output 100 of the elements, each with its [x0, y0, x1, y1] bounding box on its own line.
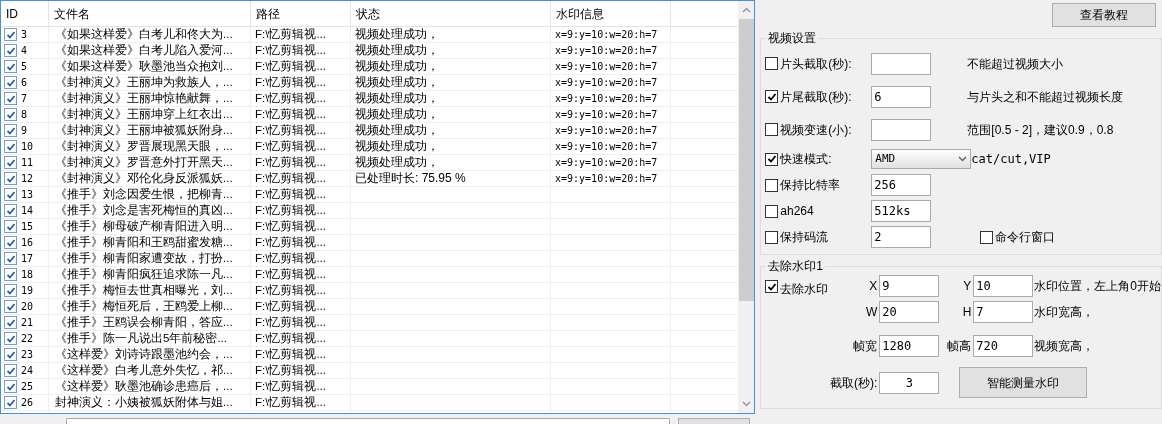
table-row[interactable]: 24 《这样爱》白考儿意外失忆，祁... F:\忆剪辑视... — [1, 363, 739, 379]
table-row[interactable]: 21 《推手》王鸥误会柳青阳，答应... F:\忆剪辑视... — [1, 315, 739, 331]
table-row[interactable]: 3 《如果这样爱》白考儿和佟大为... F:\忆剪辑视... 视频处理成功， x=9:y=10:w=20:h=7 — [1, 27, 739, 43]
checkbox[interactable] — [4, 108, 17, 121]
tutorial-button[interactable]: 查看教程 — [1052, 3, 1156, 27]
input-field[interactable]: 20 — [879, 301, 940, 323]
checkbox[interactable] — [4, 236, 17, 249]
checkbox[interactable] — [765, 57, 779, 70]
field-note: 水印位置，左上角0开始 — [1034, 278, 1161, 295]
table-cell: 《推手》刘念是害死梅恒的真凶... — [55, 203, 233, 218]
option-label: 去除水印 — [780, 281, 829, 298]
checkbox[interactable] — [4, 300, 17, 313]
checkbox[interactable] — [765, 90, 779, 103]
option-note: cat/cut,VIP — [971, 151, 1051, 168]
table-cell-text: 4 — [21, 44, 28, 58]
checkbox[interactable] — [4, 268, 17, 281]
table-cell-text: 13 — [21, 188, 34, 202]
table-cell: F:\忆剪辑视... — [255, 171, 326, 186]
column-header[interactable]: 水印信息 — [551, 1, 671, 26]
input-field[interactable]: 2 — [871, 226, 932, 248]
table-row[interactable]: 10 《封神演义》罗晋展现黑天眼，... F:\忆剪辑视... 视频处理成功， x=9:y=10:w=20:h=7 — [1, 139, 739, 155]
checkbox[interactable] — [4, 60, 17, 73]
checkbox[interactable] — [765, 204, 779, 218]
measure-button[interactable]: 智能测量水印 — [959, 367, 1088, 398]
table-row[interactable]: 19 《推手》梅恒去世真相曝光，刘... F:\忆剪辑视... — [1, 283, 739, 299]
checkbox[interactable] — [765, 230, 779, 244]
table-row[interactable]: 8 《封神演义》王丽坤穿上红衣出... F:\忆剪辑视... 视频处理成功， x=9:y=10:w=20:h=7 — [1, 107, 739, 123]
checkbox[interactable] — [4, 172, 17, 185]
checkbox[interactable] — [4, 140, 17, 153]
checkbox[interactable] — [4, 220, 17, 233]
option-label: 快速模式: — [780, 151, 832, 168]
table-cell: F:\忆剪辑视... — [255, 123, 326, 138]
column-header[interactable]: 状态 — [351, 1, 551, 26]
table-row[interactable]: 16 《推手》柳青阳和王鸥甜蜜发糖... F:\忆剪辑视... — [1, 235, 739, 251]
input-field[interactable]: 256 — [871, 174, 932, 196]
table-row[interactable]: 7 《封神演义》王丽坤惊艳献舞，... F:\忆剪辑视... 视频处理成功， x=9:y=10:w=20:h=7 — [1, 91, 739, 107]
checkbox[interactable] — [4, 380, 17, 393]
column-header[interactable]: 文件名 — [49, 1, 251, 26]
checkbox[interactable] — [4, 396, 17, 409]
table-row[interactable]: 18 《推手》柳青阳疯狂追求陈一凡... F:\忆剪辑视... — [1, 267, 739, 283]
table-cell: 视频处理成功， — [355, 107, 439, 122]
table-cell: 封神演义：小姨被狐妖附体与姐... — [55, 395, 233, 410]
checkbox[interactable] — [4, 284, 17, 297]
table-row[interactable]: 12 《封神演义》邓伦化身反派狐妖... F:\忆剪辑视... 已处理时长: 75.95 % x=9:y=10:w=20:h=7 — [1, 171, 739, 187]
column-header[interactable]: ID — [1, 1, 49, 26]
checkbox[interactable] — [4, 204, 17, 217]
input-field[interactable]: 720 — [973, 335, 1034, 357]
scrollbar[interactable] — [738, 1, 755, 413]
table-cell-text: 17 — [21, 252, 34, 266]
input-field[interactable]: 7 — [973, 301, 1034, 323]
table-cell-text: 14 — [21, 204, 34, 218]
input-field[interactable]: 3 — [879, 371, 940, 394]
table-row[interactable]: 5 《如果这样爱》耿墨池当众抱刘... F:\忆剪辑视... 视频处理成功， x=9:y=10:w=20:h=7 — [1, 59, 739, 75]
input-field[interactable]: 512ks — [871, 200, 932, 222]
table-cell: 《封神演义》罗晋展现黑天眼，... — [55, 139, 233, 154]
checkbox[interactable] — [4, 348, 17, 361]
chevron-down-icon — [958, 156, 968, 162]
checkbox[interactable] — [4, 332, 17, 345]
table-row[interactable]: 9 《封神演义》王丽坤被狐妖附身... F:\忆剪辑视... 视频处理成功， x=9:y=10:w=20:h=7 — [1, 123, 739, 139]
checkbox[interactable] — [765, 280, 779, 293]
input-field[interactable]: 6 — [871, 85, 932, 108]
checkbox[interactable] — [4, 44, 17, 57]
table-row[interactable]: 4 《如果这样爱》白考儿陷入爱河... F:\忆剪辑视... 视频处理成功， x=9:y=10:w=20:h=7 — [1, 43, 739, 59]
column-header[interactable]: 路径 — [251, 1, 351, 26]
table-cell: 视频处理成功， — [355, 43, 439, 58]
checkbox[interactable] — [4, 28, 17, 41]
table-row[interactable]: 25 《这样爱》耿墨池确诊患癌后，... F:\忆剪辑视... — [1, 379, 739, 395]
input-field[interactable]: 9 — [879, 275, 940, 297]
input-field[interactable] — [871, 52, 932, 75]
checkbox[interactable] — [4, 364, 17, 377]
checkbox[interactable] — [4, 156, 17, 169]
checkbox[interactable] — [4, 252, 17, 265]
checkbox[interactable] — [4, 316, 17, 329]
checkbox[interactable] — [765, 152, 779, 166]
table-row[interactable]: 22 《推手》陈一凡说出5年前秘密... F:\忆剪辑视... — [1, 331, 739, 347]
input-field[interactable]: 1280 — [879, 335, 940, 357]
checkbox[interactable] — [4, 188, 17, 201]
checkbox[interactable] — [4, 124, 17, 137]
table-cell: 视频处理成功， — [355, 75, 439, 90]
table-cell: 《如果这样爱》耿墨池当众抱刘... — [55, 59, 233, 74]
checkbox[interactable] — [980, 230, 994, 244]
table-row[interactable]: 15 《推手》柳母破产柳青阳进入明... F:\忆剪辑视... — [1, 219, 739, 235]
table-row[interactable]: 11 《封神演义》罗晋意外打开黑天... F:\忆剪辑视... 视频处理成功， x=9:y=10:w=20:h=7 — [1, 155, 739, 171]
mode-dropdown[interactable]: AMD — [871, 149, 972, 169]
table-row[interactable]: 20 《推手》梅恒死后，王鸥爱上柳... F:\忆剪辑视... — [1, 299, 739, 315]
input-field[interactable]: 10 — [973, 275, 1034, 297]
table-row[interactable]: 6 《封神演义》王丽坤为救族人，... F:\忆剪辑视... 视频处理成功， x=9:y=10:w=20:h=7 — [1, 75, 739, 91]
checkbox[interactable] — [765, 178, 779, 192]
table-row[interactable]: 17 《推手》柳青阳家遭变故，打扮... F:\忆剪辑视... — [1, 251, 739, 267]
table-row[interactable]: 13 《推手》刘念因爱生恨，把柳青... F:\忆剪辑视... — [1, 187, 739, 203]
table-cell: F:\忆剪辑视... — [255, 155, 326, 170]
checkbox[interactable] — [4, 92, 17, 105]
scrollbar-thumb[interactable] — [738, 19, 754, 301]
input-field[interactable] — [871, 118, 932, 141]
table-row[interactable]: 14 《推手》刘念是害死梅恒的真凶... F:\忆剪辑视... — [1, 203, 739, 219]
table-cell-text: x=9:y=10:w=20:h=7 — [555, 124, 658, 138]
checkbox[interactable] — [4, 76, 17, 89]
table-row[interactable]: 23 《这样爱》刘诗诗跟墨池约会，... F:\忆剪辑视... — [1, 347, 739, 363]
checkbox[interactable] — [765, 123, 779, 136]
table-row[interactable]: 26 封神演义：小姨被狐妖附体与姐... F:\忆剪辑视... — [1, 395, 739, 411]
